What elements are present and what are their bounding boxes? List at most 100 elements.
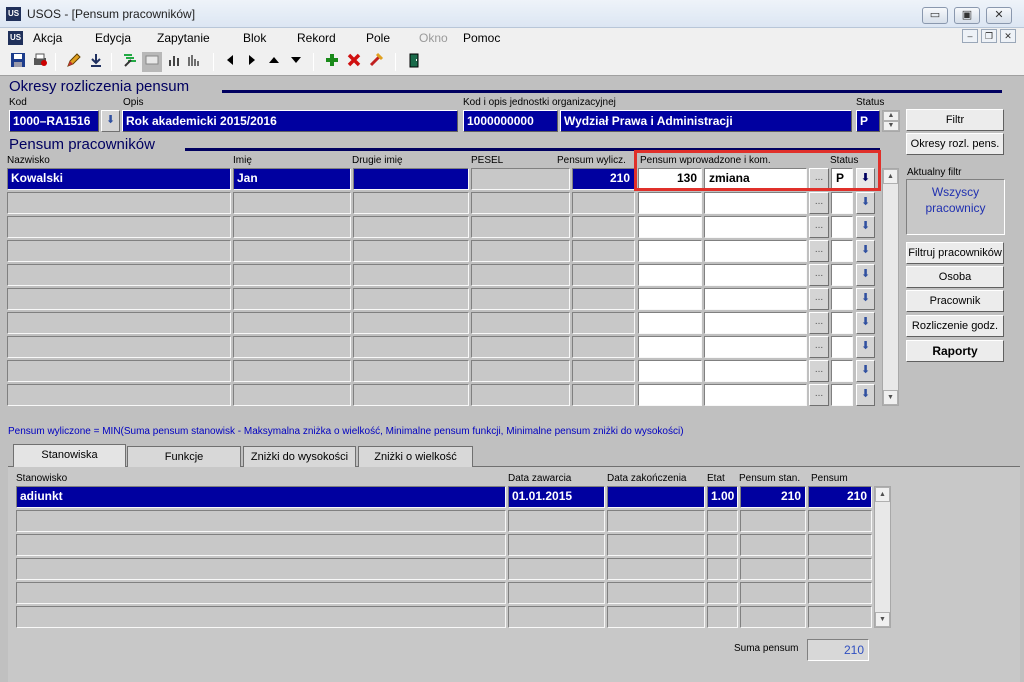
filtruj-pracownikow-button[interactable]: Filtruj pracowników	[906, 242, 1004, 264]
rozliczenie-godz-button[interactable]: Rozliczenie godz.	[906, 315, 1004, 337]
row-nazwisko[interactable]	[7, 216, 231, 238]
row-status[interactable]	[831, 384, 853, 406]
query-execute-icon[interactable]	[142, 52, 162, 72]
row-status-lov-button[interactable]: ⬇	[856, 240, 875, 262]
row-imie[interactable]	[233, 360, 351, 382]
row-komentarz-edit-button[interactable]: ...	[809, 264, 829, 286]
row-nazwisko[interactable]	[7, 312, 231, 334]
previous-block-icon[interactable]	[220, 52, 240, 72]
scroll-down-icon[interactable]: ▼	[883, 390, 898, 405]
save-icon[interactable]	[8, 52, 28, 72]
row-komentarz[interactable]	[704, 360, 807, 382]
scroll-up-icon[interactable]: ▲	[883, 111, 899, 121]
stan-row-data-zawarcia[interactable]	[508, 510, 605, 532]
row-status-lov-button[interactable]: ⬇	[856, 360, 875, 382]
tab-funkcje[interactable]: Funkcje	[127, 446, 241, 467]
row-komentarz[interactable]	[704, 288, 807, 310]
stan-row-data-zawarcia[interactable]: 01.01.2015	[508, 486, 605, 508]
mdi-restore-button[interactable]: ❐	[981, 29, 997, 43]
stan-row-etat[interactable]	[707, 582, 738, 604]
row-nazwisko[interactable]	[7, 264, 231, 286]
row-status[interactable]	[831, 192, 853, 214]
next-block-icon[interactable]	[242, 52, 262, 72]
menu-akcja[interactable]: Akcja	[33, 31, 62, 45]
stan-row-etat[interactable]: 1.00	[707, 486, 738, 508]
scroll-down-icon[interactable]: ▼	[883, 121, 899, 131]
row-nazwisko[interactable]	[7, 360, 231, 382]
stan-row-etat[interactable]	[707, 558, 738, 580]
stan-row-etat[interactable]	[707, 606, 738, 628]
row-komentarz-edit-button[interactable]: ...	[809, 288, 829, 310]
row-komentarz-edit-button[interactable]: ...	[809, 384, 829, 406]
stan-row-data-zakonczenia[interactable]	[607, 534, 705, 556]
row-pesel[interactable]	[471, 264, 570, 286]
row-imie[interactable]	[233, 264, 351, 286]
row-nazwisko[interactable]	[7, 192, 231, 214]
row-nazwisko[interactable]	[7, 336, 231, 358]
raporty-button[interactable]: Raporty	[906, 340, 1004, 362]
stan-row-data-zawarcia[interactable]	[508, 606, 605, 628]
row-imie[interactable]	[233, 216, 351, 238]
chart-bars-icon[interactable]	[184, 52, 204, 72]
close-button[interactable]: ✕	[986, 7, 1012, 24]
row-komentarz-edit-button[interactable]: ...	[809, 336, 829, 358]
row-drugie-imie[interactable]	[353, 288, 469, 310]
next-record-icon[interactable]	[286, 52, 306, 72]
download-arrow-icon[interactable]	[86, 52, 106, 72]
delete-record-icon[interactable]	[344, 52, 364, 72]
row-status-lov-button[interactable]: ⬇	[856, 384, 875, 406]
pensum-scrollbar[interactable]: ▲ ▼	[882, 168, 899, 406]
mdi-minimize-button[interactable]: –	[962, 29, 978, 43]
mdi-close-button[interactable]: ✕	[1000, 29, 1016, 43]
row-drugie-imie[interactable]	[353, 312, 469, 334]
scroll-up-icon[interactable]: ▲	[875, 487, 890, 502]
row-pesel[interactable]	[471, 288, 570, 310]
row-pesel[interactable]	[471, 336, 570, 358]
row-status[interactable]	[831, 216, 853, 238]
stan-row-etat[interactable]	[707, 510, 738, 532]
filtr-button[interactable]: Filtr	[906, 109, 1004, 131]
print-icon[interactable]	[30, 52, 50, 72]
okresy-rozl-button[interactable]: Okresy rozl. pens.	[906, 133, 1004, 155]
osoba-button[interactable]: Osoba	[906, 266, 1004, 288]
row-komentarz-edit-button[interactable]: ...	[809, 240, 829, 262]
row-status[interactable]	[831, 264, 853, 286]
row-pensum-wprowadzone[interactable]	[638, 312, 702, 334]
row-pesel[interactable]	[471, 312, 570, 334]
stan-row-data-zawarcia[interactable]	[508, 582, 605, 604]
stan-row-data-zakonczenia[interactable]	[607, 510, 705, 532]
row-komentarz[interactable]	[704, 384, 807, 406]
row-drugie-imie[interactable]	[353, 264, 469, 286]
exit-door-icon[interactable]	[404, 52, 424, 72]
row-komentarz-edit-button[interactable]: ...	[809, 312, 829, 334]
row-imie[interactable]	[233, 288, 351, 310]
kod-lov-button[interactable]: ⬇	[101, 110, 120, 132]
row-komentarz[interactable]	[704, 192, 807, 214]
previous-record-icon[interactable]	[264, 52, 284, 72]
menu-pole[interactable]: Pole	[366, 31, 390, 45]
row-pensum-wprowadzone[interactable]	[638, 384, 702, 406]
okres-scrollbar[interactable]: ▲ ▼	[882, 110, 900, 132]
row-komentarz-edit-button[interactable]: ...	[809, 216, 829, 238]
count-records-icon[interactable]	[164, 52, 184, 72]
edit-pencil-icon[interactable]	[64, 52, 84, 72]
row-komentarz[interactable]	[704, 216, 807, 238]
row-imie[interactable]	[233, 312, 351, 334]
stan-row-stanowisko[interactable]: adiunkt	[16, 486, 506, 508]
stan-row-data-zakonczenia[interactable]	[607, 558, 705, 580]
row-status[interactable]	[831, 360, 853, 382]
row-komentarz[interactable]	[704, 312, 807, 334]
row-imie[interactable]	[233, 336, 351, 358]
row-status-lov-button[interactable]: ⬇	[856, 168, 875, 190]
okres-status-field[interactable]: P	[856, 110, 880, 132]
row-pesel[interactable]	[471, 216, 570, 238]
mdi-window-icon[interactable]: US	[8, 31, 23, 45]
row-imie[interactable]: Jan	[233, 168, 351, 190]
row-pesel[interactable]	[471, 168, 570, 190]
tab-znizki-o-wielkosc[interactable]: Zniżki o wielkość	[358, 446, 473, 467]
row-status-lov-button[interactable]: ⬇	[856, 192, 875, 214]
row-pensum-wprowadzone[interactable]	[638, 288, 702, 310]
stan-row-data-zakonczenia[interactable]	[607, 486, 705, 508]
row-status[interactable]	[831, 312, 853, 334]
row-pensum-wprowadzone[interactable]	[638, 264, 702, 286]
